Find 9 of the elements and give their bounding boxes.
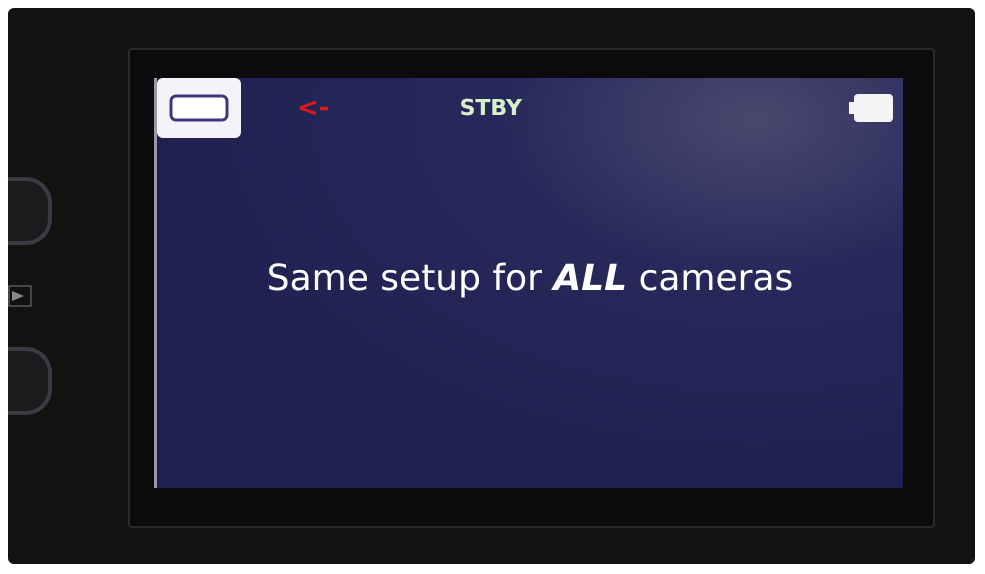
hint-arrow: <- [297,93,330,123]
device-button[interactable] [8,347,52,415]
caption-text: Same setup for ALL cameras [266,256,794,300]
status-label: STBY [460,96,523,120]
device-button[interactable] [8,177,52,245]
play-icon [8,285,32,307]
battery-icon [849,93,893,123]
menu-icon [169,93,229,123]
menu-button[interactable] [157,78,241,138]
